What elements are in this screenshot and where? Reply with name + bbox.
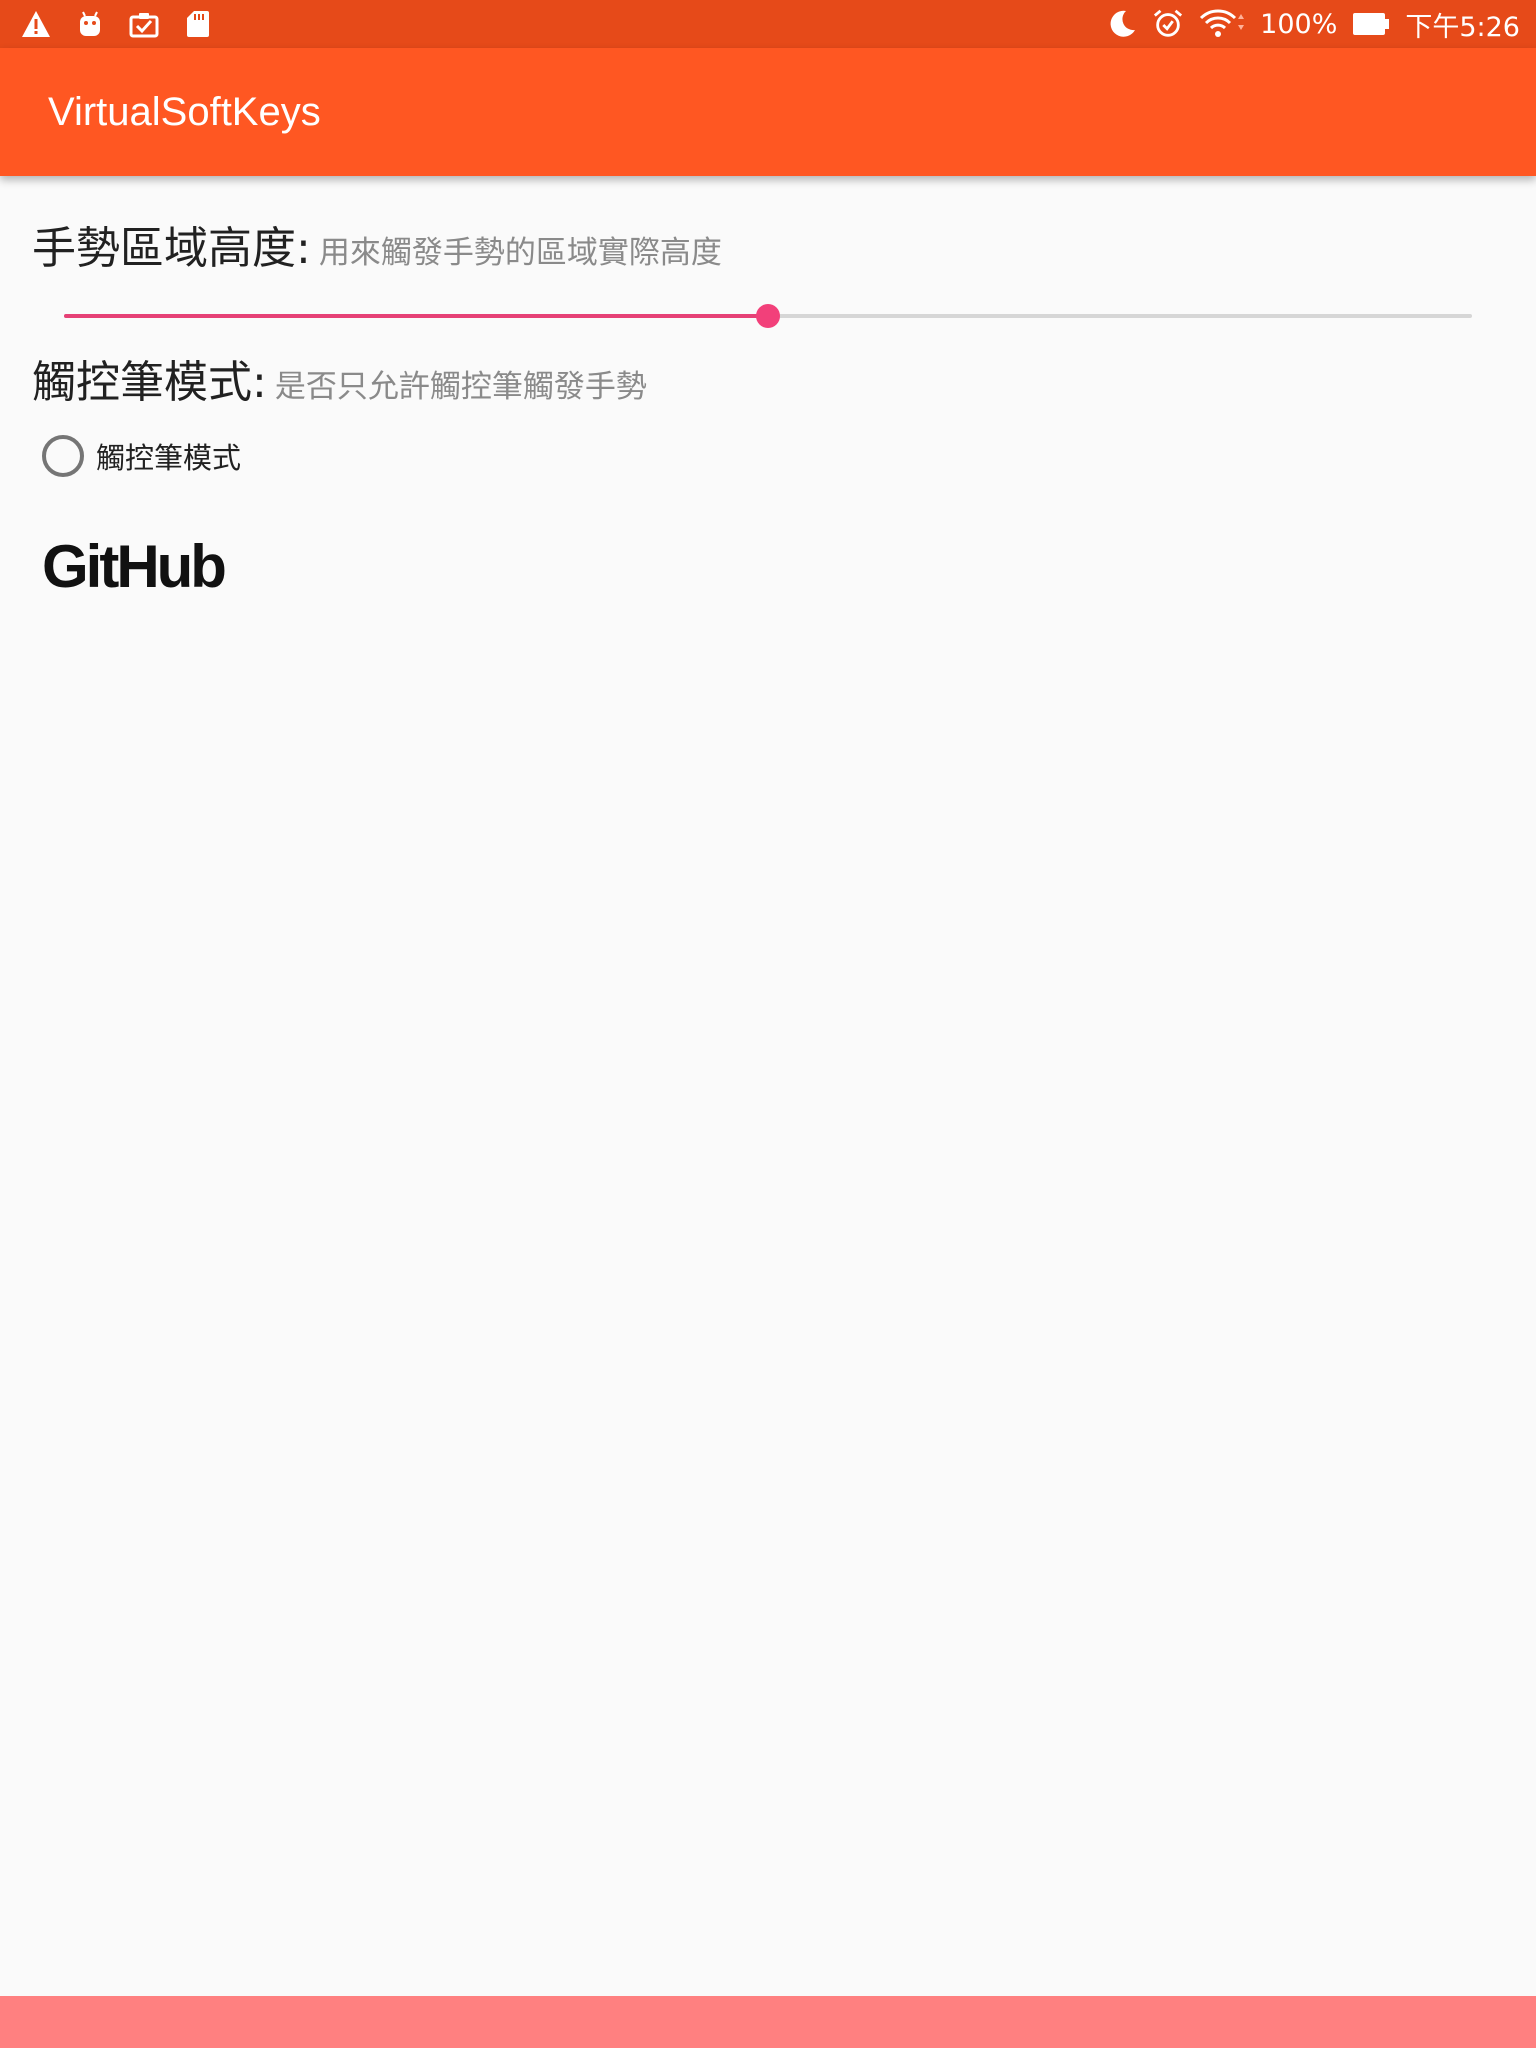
sd-card-icon: [182, 8, 214, 40]
notification-icons: [20, 0, 214, 48]
slider-thumb[interactable]: [756, 304, 780, 328]
moon-icon: [1106, 8, 1138, 40]
battery-icon: [1351, 8, 1391, 40]
battery-percentage: 100%: [1260, 8, 1338, 40]
clipboard-check-icon: [128, 8, 160, 40]
github-logo-link[interactable]: GitHub: [42, 532, 227, 601]
status-bar: 100% 下午5:26: [0, 0, 1536, 48]
stylus-mode-description: 是否只允許觸控筆觸發手勢: [274, 369, 647, 405]
alarm-icon: [1152, 8, 1184, 40]
gesture-bar[interactable]: [0, 1996, 1536, 2048]
gesture-height-description: 用來觸發手勢的區域實際高度: [318, 235, 722, 271]
warning-icon: [20, 8, 52, 40]
stylus-mode-radio-label: 觸控筆模式: [96, 441, 242, 475]
gesture-height-slider[interactable]: [64, 296, 1472, 336]
clock: 下午5:26: [1405, 11, 1520, 43]
app-bar: VirtualSoftKeys: [0, 48, 1536, 176]
gesture-height-header: 手勢區域高度: 用來觸發手勢的區域實際高度: [32, 212, 722, 276]
radio-button[interactable]: [42, 435, 84, 477]
wifi-icon: [1198, 8, 1246, 40]
app-title: VirtualSoftKeys: [48, 90, 321, 134]
slider-fill: [64, 314, 768, 318]
stylus-mode-header: 觸控筆模式: 是否只允許觸控筆觸發手勢: [32, 346, 647, 410]
stylus-mode-title: 觸控筆模式:: [32, 357, 267, 408]
stylus-mode-radio[interactable]: 觸控筆模式: [42, 432, 241, 480]
system-icons: 100% 下午5:26: [1106, 0, 1520, 48]
android-debug-icon: [74, 8, 106, 40]
gesture-height-title: 手勢區域高度:: [32, 223, 311, 274]
